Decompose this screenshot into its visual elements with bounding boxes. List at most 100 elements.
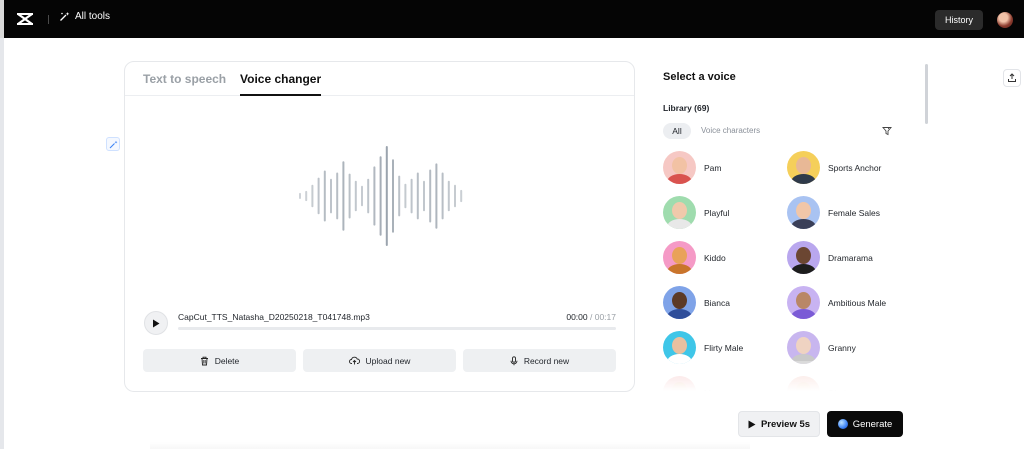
play-button[interactable]: [144, 311, 168, 335]
waveform-bar: [317, 177, 320, 215]
audio-file-name: CapCut_TTS_Natasha_D20250218_T041748.mp3: [178, 312, 370, 322]
waveform-bar: [435, 163, 438, 229]
voice-avatar: [663, 286, 696, 319]
voice-panel-title: Select a voice: [663, 71, 736, 83]
waveform-bar: [361, 185, 363, 207]
waveform-bar: [392, 159, 394, 233]
filter-chip-voice-characters[interactable]: Voice characters: [701, 126, 760, 135]
capcut-logo-icon[interactable]: [16, 11, 34, 27]
waveform-bar: [354, 180, 357, 212]
voice-name: Flirty Male: [704, 342, 744, 353]
voice-item[interactable]: Dramarama: [787, 241, 873, 274]
topbar-divider: [48, 15, 49, 24]
waveform-bar: [423, 180, 425, 212]
voice-item[interactable]: Kiddo: [663, 241, 726, 274]
wand-small-icon: [109, 140, 117, 148]
tab-text-to-speech[interactable]: Text to speech: [143, 72, 226, 86]
waveform-bar: [336, 172, 339, 220]
filter-chip-all[interactable]: All: [663, 123, 691, 139]
play-icon: [153, 319, 160, 327]
record-new-button[interactable]: Record new: [463, 349, 616, 372]
voice-name: Kiddo: [704, 252, 726, 263]
voice-avatar: [663, 196, 696, 229]
user-avatar[interactable]: [997, 12, 1013, 28]
voice-item[interactable]: Flirty Male: [663, 331, 743, 364]
bottom-shadow: [150, 442, 750, 449]
waveform-bar: [460, 189, 463, 203]
voice-name: Playful: [704, 207, 730, 218]
waveform-bar: [348, 173, 351, 219]
waveform-bar: [299, 192, 301, 199]
waveform-bar: [404, 183, 407, 209]
voice-name: Pam: [704, 162, 722, 173]
top-bar: All tools History: [0, 0, 1024, 38]
upload-label: Upload new: [365, 355, 411, 366]
waveform-bar: [323, 170, 326, 222]
total-time: 00:17: [594, 312, 616, 322]
waveform-bar: [367, 178, 370, 214]
voice-avatar: [787, 196, 820, 229]
tab-voice-changer[interactable]: Voice changer: [240, 72, 321, 86]
magic-tools-icon[interactable]: [106, 137, 120, 151]
voice-avatar: [787, 151, 820, 184]
voice-name: Sports Anchor: [828, 162, 882, 173]
voice-item[interactable]: Female Sales: [787, 196, 880, 229]
library-count: Library (69): [663, 103, 710, 113]
tab-bar: Text to speech Voice changer: [125, 62, 634, 96]
voice-avatar: [787, 241, 820, 274]
export-icon[interactable]: [1003, 69, 1021, 87]
voice-name: Granny: [828, 342, 856, 353]
generate-orb-icon: [837, 419, 848, 429]
voice-list-scrollbar[interactable]: [925, 64, 928, 124]
upload-tray-icon: [1008, 73, 1016, 82]
voice-selection-panel: Select a voice Library (69) All Voice ch…: [663, 61, 928, 391]
voice-avatar: [663, 241, 696, 274]
waveform-bar: [342, 161, 345, 231]
preview-button[interactable]: Preview 5s: [738, 411, 820, 437]
play-icon: [748, 420, 756, 428]
cloud-upload-icon: [348, 356, 360, 365]
voice-item[interactable]: Ambitious Male: [787, 286, 886, 319]
audio-progress-bar[interactable]: [178, 327, 616, 330]
voice-avatar: [663, 331, 696, 364]
generate-label: Generate: [852, 418, 893, 430]
audio-waveform: [299, 146, 463, 246]
voice-item[interactable]: Sports Anchor: [787, 151, 881, 184]
filter-icon[interactable]: [882, 126, 892, 136]
upload-new-button[interactable]: Upload new: [303, 349, 456, 372]
audio-actions: Delete Upload new Record new: [143, 349, 616, 372]
voice-name: Female Sales: [828, 207, 880, 218]
waveform-bar: [410, 178, 413, 214]
waveform-bar: [311, 184, 314, 208]
time-separator: /: [587, 312, 595, 322]
voice-item[interactable]: Bianca: [663, 286, 730, 319]
trash-icon: [200, 356, 208, 365]
current-time: 00:00: [566, 312, 588, 322]
delete-button[interactable]: Delete: [143, 349, 296, 372]
history-button[interactable]: History: [935, 10, 983, 30]
voice-name: Ambitious Male: [828, 297, 887, 308]
microphone-icon: [510, 355, 518, 365]
voice-changer-card: Text to speech Voice changer CapCut_TTS_…: [124, 61, 635, 392]
waveform-bar: [330, 178, 332, 214]
waveform-bar: [373, 166, 376, 226]
app-window: All tools History Text to speech Voice c…: [0, 0, 1024, 449]
all-tools-label: All tools: [75, 11, 111, 22]
waveform-bar: [416, 172, 419, 220]
waveform-bar: [447, 180, 450, 212]
generate-button[interactable]: Generate: [827, 411, 903, 437]
voice-item[interactable]: Pam: [663, 151, 721, 184]
voice-avatar: [787, 331, 820, 364]
record-label: Record new: [523, 355, 570, 366]
audio-time: 00:00 / 00:17: [566, 312, 616, 322]
preview-label: Preview 5s: [760, 418, 811, 430]
all-tools-button[interactable]: All tools: [59, 11, 110, 22]
waveform-bar: [398, 175, 401, 217]
voice-item[interactable]: Playful: [663, 196, 730, 229]
waveform-bar: [305, 190, 308, 202]
voice-item[interactable]: Granny: [787, 331, 856, 364]
list-fade: [663, 361, 928, 391]
active-tab-indicator: [240, 94, 321, 96]
magic-wand-icon: [60, 12, 70, 21]
voice-avatar: [663, 151, 696, 184]
